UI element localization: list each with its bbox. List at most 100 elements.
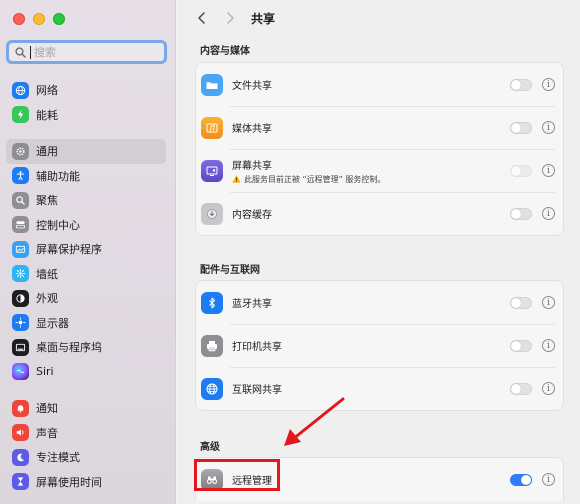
sidebar-item-screen-time[interactable]: 屏幕使用时间 xyxy=(6,470,166,495)
sidebar-item-label: 网络 xyxy=(36,84,58,98)
minimize-window-button[interactable] xyxy=(33,13,45,25)
section-title-advanced: 高级 xyxy=(200,441,220,453)
cache-icon xyxy=(201,202,223,225)
toolbar: 共享 xyxy=(177,0,580,36)
section-title-content-media: 内容与媒体 xyxy=(200,45,250,57)
annotation-highlight-box xyxy=(194,459,280,491)
bell-icon xyxy=(12,399,29,417)
sidebar-item-label: 屏幕保护程序 xyxy=(36,243,102,257)
sidebar-item-label: 控制中心 xyxy=(36,218,80,232)
sidebar-item-accessibility[interactable]: 辅助功能 xyxy=(6,164,166,189)
row-screen-sharing: 屏幕共享 此服务目前正被 “远程管理” 服务控制。 i xyxy=(196,149,563,192)
sidebar-search-field[interactable] xyxy=(6,40,167,64)
warning-icon xyxy=(232,175,241,183)
media-sharing-toggle[interactable] xyxy=(510,121,532,134)
content-caching-toggle[interactable] xyxy=(510,207,532,220)
sidebar-item-screensaver[interactable]: 屏幕保护程序 xyxy=(6,237,166,262)
search-icon xyxy=(13,45,27,59)
magnifier-icon xyxy=(12,191,29,209)
row-media-sharing: 媒体共享 i xyxy=(196,106,563,149)
bluetooth-sharing-info-button[interactable]: i xyxy=(542,296,555,309)
forward-button[interactable] xyxy=(221,9,239,27)
zoom-window-button[interactable] xyxy=(53,13,65,25)
row-printer-sharing: 打印机共享 i xyxy=(196,324,563,367)
search-input[interactable] xyxy=(34,45,164,59)
wallpaper-icon xyxy=(12,265,29,283)
window-controls xyxy=(13,13,65,25)
sidebar-item-label: 通用 xyxy=(36,145,58,159)
sidebar-item-spotlight[interactable]: 聚焦 xyxy=(6,188,166,213)
screensaver-icon xyxy=(12,240,29,258)
sidebar-item-label: 桌面与程序坞 xyxy=(36,341,102,355)
content-caching-info-button[interactable]: i xyxy=(542,207,555,220)
screen-sharing-warning: 此服务目前正被 “远程管理” 服务控制。 xyxy=(232,174,510,185)
sidebar-item-network[interactable]: 网络 xyxy=(6,78,166,103)
sidebar-item-siri[interactable]: Siri xyxy=(6,360,166,385)
display-icon xyxy=(12,314,29,332)
sidebar-item-label: 通知 xyxy=(36,402,58,416)
sidebar-item-battery[interactable]: 能耗 xyxy=(6,103,166,128)
group-content-media: 文件共享 i 媒体共享 i 屏幕共享 此服务目前正被 “远程管理” 服务控制。 … xyxy=(195,62,564,236)
row-label: 文件共享 xyxy=(232,81,272,92)
sidebar-item-label: 墙纸 xyxy=(36,267,58,281)
sidebar-item-label: 能耗 xyxy=(36,108,58,122)
screen-sharing-info-button[interactable]: i xyxy=(542,164,555,177)
sidebar-item-label: 声音 xyxy=(36,426,58,440)
dock-icon xyxy=(12,338,29,356)
screen-sharing-toggle[interactable] xyxy=(510,164,532,177)
file-sharing-toggle[interactable] xyxy=(510,78,532,91)
speaker-icon xyxy=(12,424,29,442)
row-content-caching: 内容缓存 i xyxy=(196,192,563,235)
internet-sharing-info-button[interactable]: i xyxy=(542,382,555,395)
printer-sharing-info-button[interactable]: i xyxy=(542,339,555,352)
media-sharing-info-button[interactable]: i xyxy=(542,121,555,134)
appearance-icon xyxy=(12,289,29,307)
printer-sharing-toggle[interactable] xyxy=(510,339,532,352)
row-label: 蓝牙共享 xyxy=(232,299,272,310)
row-internet-sharing: 互联网共享 i xyxy=(196,367,563,410)
sidebar-item-notifications[interactable]: 通知 xyxy=(6,396,166,421)
accessibility-icon xyxy=(12,167,29,185)
sidebar-item-general[interactable]: 通用 xyxy=(6,139,166,164)
remote-management-info-button[interactable]: i xyxy=(542,473,555,486)
sidebar-item-label: 辅助功能 xyxy=(36,169,80,183)
screen-share-icon xyxy=(201,159,223,182)
annotation-arrow xyxy=(284,397,345,446)
folder-icon xyxy=(201,73,223,96)
globe-icon xyxy=(12,81,29,99)
gear-icon xyxy=(12,142,29,160)
row-bluetooth-sharing: 蓝牙共享 i xyxy=(196,281,563,324)
bluetooth-icon xyxy=(201,291,223,314)
group-accessories-internet: 蓝牙共享 i 打印机共享 i 互联网共享 i xyxy=(195,280,564,411)
close-window-button[interactable] xyxy=(13,13,25,25)
row-label: 屏幕共享 xyxy=(232,160,272,172)
printer-icon xyxy=(201,334,223,357)
system-settings-window: 网络 能耗 通用 辅助功能 xyxy=(0,0,580,504)
sidebar-item-displays[interactable]: 显示器 xyxy=(6,311,166,336)
back-button[interactable] xyxy=(193,9,211,27)
sidebar-item-focus[interactable]: 专注模式 xyxy=(6,445,166,470)
remote-management-toggle[interactable] xyxy=(510,473,532,486)
sidebar-item-sound[interactable]: 声音 xyxy=(6,421,166,446)
sidebar-list: 网络 能耗 通用 辅助功能 聚焦 控制中心 屏幕保护程序 墙纸 外观 显示器 桌… xyxy=(6,72,166,494)
sidebar: 网络 能耗 通用 辅助功能 xyxy=(0,0,176,504)
row-label: 内容缓存 xyxy=(232,210,272,221)
sidebar-item-control-center[interactable]: 控制中心 xyxy=(6,213,166,238)
moon-icon xyxy=(12,448,29,466)
media-icon xyxy=(201,116,223,139)
sidebar-item-label: Siri xyxy=(36,365,54,379)
page-title: 共享 xyxy=(251,11,276,26)
sidebar-item-label: 聚焦 xyxy=(36,194,58,208)
siri-icon xyxy=(12,363,29,381)
sidebar-item-desktop-dock[interactable]: 桌面与程序坞 xyxy=(6,335,166,360)
row-label: 媒体共享 xyxy=(232,124,272,135)
bolt-icon xyxy=(12,106,29,124)
sidebar-item-appearance[interactable]: 外观 xyxy=(6,286,166,311)
sidebar-item-wallpaper[interactable]: 墙纸 xyxy=(6,262,166,287)
file-sharing-info-button[interactable]: i xyxy=(542,78,555,91)
sidebar-item-label: 专注模式 xyxy=(36,451,80,465)
internet-sharing-toggle[interactable] xyxy=(510,382,532,395)
sidebar-item-label: 显示器 xyxy=(36,316,69,330)
section-title-accessories-internet: 配件与互联网 xyxy=(200,264,260,276)
bluetooth-sharing-toggle[interactable] xyxy=(510,296,532,309)
